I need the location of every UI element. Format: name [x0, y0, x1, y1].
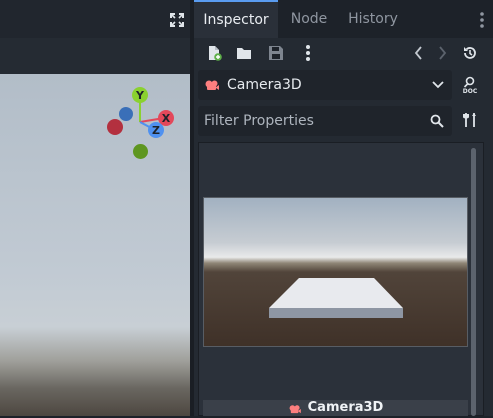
gizmo-z-label: Z — [152, 123, 160, 137]
gizmo-neg-y-icon[interactable] — [133, 144, 148, 159]
camera-preview-image — [203, 197, 468, 347]
preview-camera-name: Camera3D — [307, 400, 384, 415]
vertical-dots-icon — [480, 12, 484, 28]
save-resource-button[interactable] — [264, 41, 288, 65]
gizmo-y-label: Y — [136, 88, 144, 102]
open-resource-button[interactable] — [232, 41, 256, 65]
new-resource-button[interactable] — [202, 41, 226, 65]
tools-icon — [463, 113, 476, 127]
gizmo-z-axis-icon[interactable]: Z — [148, 122, 164, 138]
tab-menu-button[interactable] — [477, 10, 487, 30]
distraction-free-button[interactable] — [168, 11, 186, 29]
new-resource-icon — [209, 46, 222, 61]
expand-icon — [170, 13, 184, 27]
preview-camera-label: Camera3D — [203, 400, 468, 416]
tab-label: Inspector — [203, 12, 269, 28]
history-forward-button[interactable] — [430, 41, 454, 65]
filter-properties-input[interactable] — [204, 106, 424, 136]
folder-icon — [237, 48, 251, 59]
viewport-toolbar — [0, 38, 192, 74]
tab-history[interactable]: History — [340, 0, 406, 38]
more-options-button[interactable] — [296, 41, 320, 65]
save-icon — [269, 46, 283, 60]
camera3d-icon — [205, 80, 219, 90]
property-options-button[interactable] — [458, 108, 482, 132]
chevron-down-icon — [432, 81, 444, 89]
history-icon — [464, 47, 476, 59]
open-documentation-button[interactable]: DOC — [458, 73, 482, 97]
preview-platform-shape — [269, 278, 403, 318]
search-icon — [430, 114, 444, 128]
object-selector[interactable]: Camera3D — [198, 70, 452, 100]
tab-node[interactable]: Node — [280, 0, 338, 38]
tab-label: Node — [290, 11, 328, 27]
gizmo-y-axis-icon[interactable]: Y — [132, 87, 148, 103]
gizmo-neg-x-icon[interactable] — [107, 119, 123, 135]
tab-inspector[interactable]: Inspector — [194, 0, 278, 38]
gizmo-neg-z-icon[interactable] — [119, 107, 133, 121]
history-back-button[interactable] — [407, 41, 431, 65]
camera3d-icon — [289, 405, 301, 414]
viewport-top-bar — [0, 0, 192, 38]
vertical-dots-icon — [306, 45, 310, 61]
tab-label: History — [348, 11, 398, 27]
gizmo-x-label: X — [161, 111, 171, 125]
doc-search-icon — [463, 76, 475, 88]
chevron-left-icon — [414, 46, 422, 60]
object-history-button[interactable] — [458, 41, 482, 65]
doc-label: DOC — [462, 87, 478, 95]
view-gizmo[interactable]: Y X Z — [104, 84, 180, 164]
object-name: Camera3D — [227, 77, 302, 93]
filter-properties-field[interactable] — [198, 106, 452, 136]
scrollbar-thumb[interactable] — [471, 148, 476, 416]
chevron-right-icon — [439, 46, 447, 60]
